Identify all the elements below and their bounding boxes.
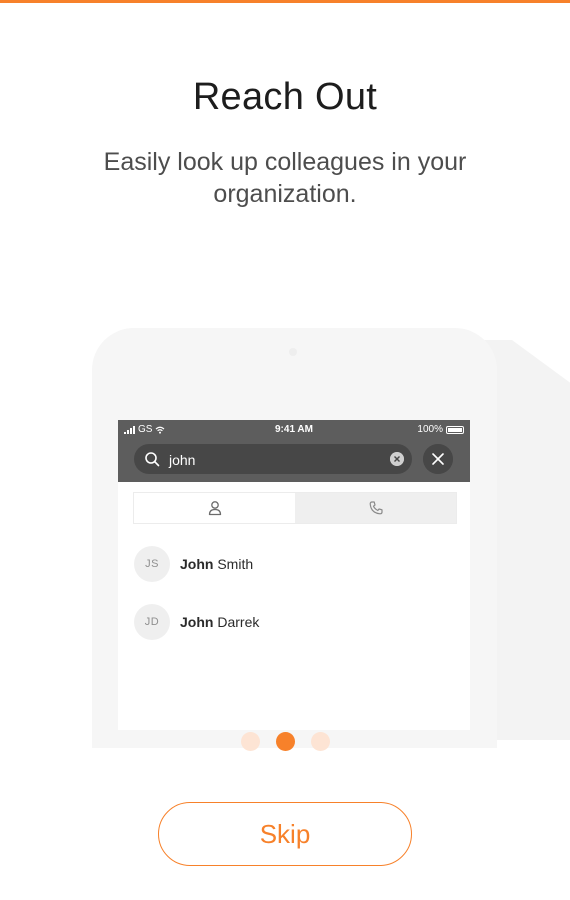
contact-type-tabs [133, 492, 457, 524]
skip-button[interactable]: Skip [158, 802, 412, 866]
avatar: JS [134, 546, 170, 582]
contact-name-match: John [180, 556, 214, 572]
close-icon [423, 444, 453, 474]
tab-calls [295, 493, 456, 523]
contact-name: John Smith [180, 556, 253, 572]
page-title: Reach Out [192, 76, 378, 118]
battery-label: 100% [417, 424, 443, 435]
phone-screen: GS 9:41 AM 100% john JS John Smith JD Jo… [118, 420, 470, 730]
contact-name-match: John [180, 614, 214, 630]
page-indicator [0, 732, 570, 751]
avatar: JD [134, 604, 170, 640]
list-item: JD John Darrek [134, 602, 454, 642]
battery-icon [446, 425, 464, 434]
status-right: 100% [417, 424, 464, 435]
page-dot-3[interactable] [310, 732, 330, 751]
search-value: john [169, 452, 196, 468]
tab-people [134, 493, 295, 523]
contact-name-rest: Smith [217, 556, 254, 572]
contact-name-rest: Darrek [217, 614, 260, 630]
person-icon [208, 501, 221, 516]
phone-icon [369, 501, 383, 515]
page-dot-2-active[interactable] [275, 732, 295, 751]
search-input: john [134, 444, 412, 474]
page-subtitle: Easily look up colleagues in your organi… [103, 148, 467, 208]
top-accent-bar [0, 0, 570, 3]
onboarding-screen: Reach Out Easily look up colleagues in y… [0, 0, 570, 900]
page-dot-1[interactable] [240, 732, 260, 751]
search-bar: john [118, 440, 470, 482]
contact-name: John Darrek [180, 614, 259, 630]
search-icon [145, 452, 160, 467]
list-item: JS John Smith [134, 544, 454, 584]
phone-speaker [289, 348, 297, 356]
status-bar: GS 9:41 AM 100% [118, 420, 470, 440]
clear-icon [390, 452, 404, 466]
